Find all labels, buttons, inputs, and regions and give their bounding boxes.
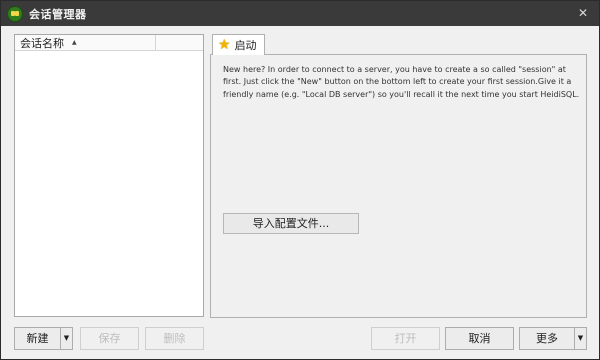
more-dropdown-icon[interactable]: ▼ xyxy=(574,328,586,349)
tab-start[interactable]: ★ 启动 xyxy=(212,34,265,55)
heidisql-app-icon xyxy=(7,5,23,22)
window-title: 会话管理器 xyxy=(29,7,87,21)
new-button[interactable]: 新建 ▼ xyxy=(14,327,73,350)
column-header-session-name[interactable]: 会话名称 ▲ xyxy=(15,35,156,50)
star-icon: ★ xyxy=(218,37,231,53)
sort-ascending-icon: ▲ xyxy=(72,39,77,46)
more-button-label: 更多 xyxy=(536,332,558,345)
new-button-label: 新建 xyxy=(26,332,49,345)
session-list[interactable]: 会话名称 ▲ xyxy=(14,34,204,317)
column-header-empty[interactable] xyxy=(156,35,203,50)
dialog-body: 会话名称 ▲ ★ 启动 New here? In order to connec… xyxy=(1,26,599,359)
import-settings-button[interactable]: 导入配置文件... xyxy=(223,213,359,234)
start-tab-panel: New here? In order to connect to a serve… xyxy=(210,54,587,318)
new-dropdown-icon[interactable]: ▼ xyxy=(60,328,72,349)
delete-button[interactable]: 删除 xyxy=(145,327,204,350)
title-bar[interactable]: 会话管理器 ✕ xyxy=(1,1,599,26)
session-list-header: 会话名称 ▲ xyxy=(15,35,203,51)
save-button[interactable]: 保存 xyxy=(80,327,139,350)
more-button[interactable]: 更多 ▼ xyxy=(519,327,587,350)
close-icon[interactable]: ✕ xyxy=(575,5,591,21)
cancel-button[interactable]: 取消 xyxy=(445,327,514,350)
intro-text: New here? In order to connect to a serve… xyxy=(223,65,580,99)
open-button[interactable]: 打开 xyxy=(371,327,440,350)
tab-start-label: 启动 xyxy=(234,39,257,52)
column-header-label: 会话名称 xyxy=(20,36,64,50)
session-manager-window: 会话管理器 ✕ 会话名称 ▲ ★ 启动 New here? In order t… xyxy=(0,0,600,360)
